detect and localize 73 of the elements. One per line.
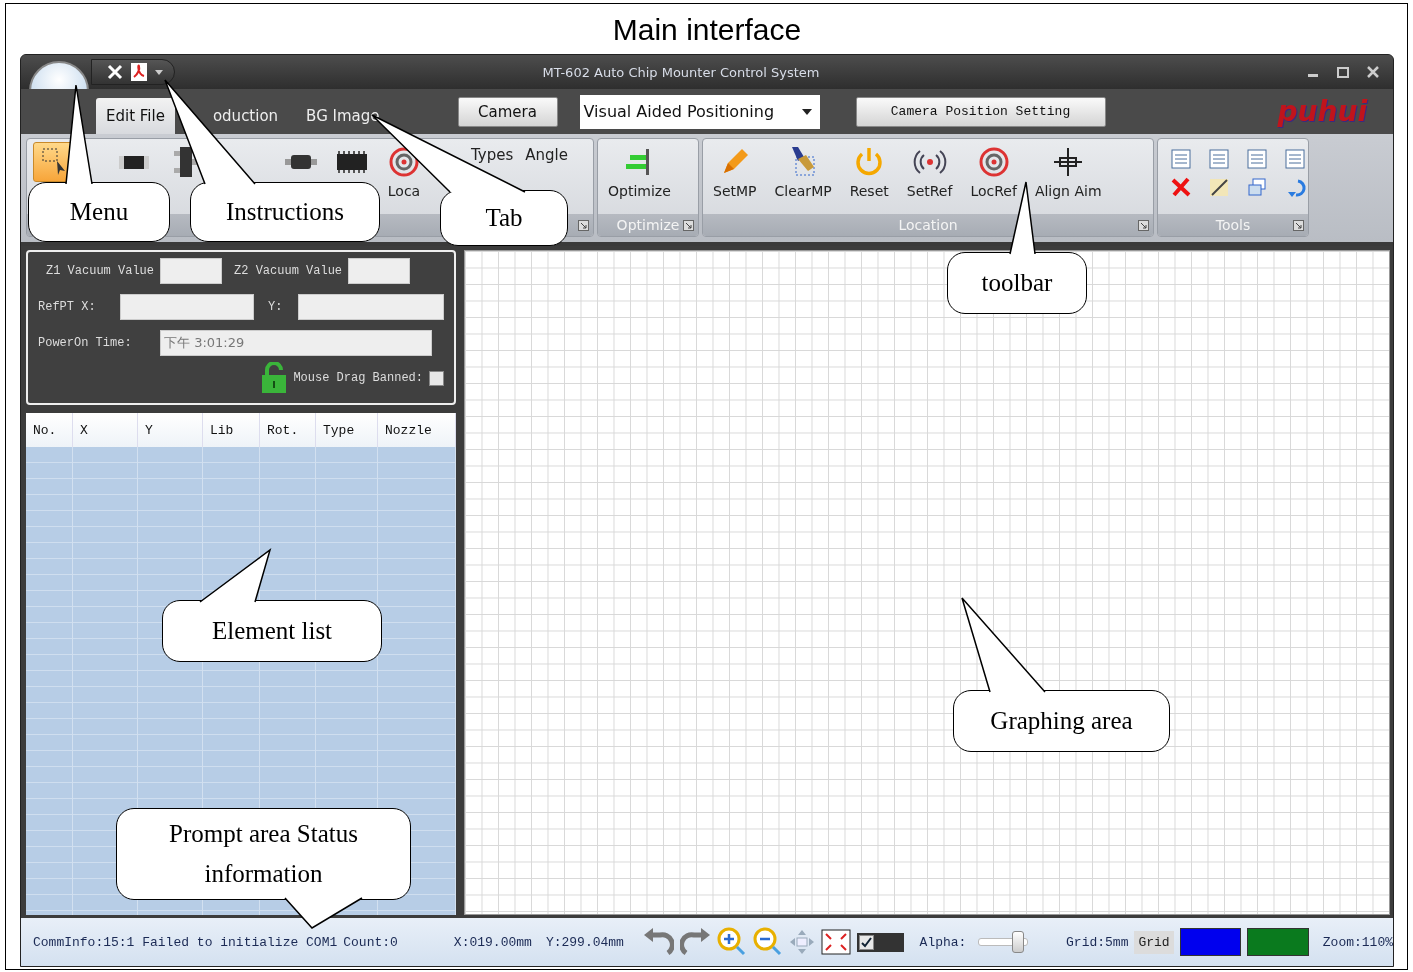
checkbox[interactable]: [858, 934, 874, 950]
color-swatch[interactable]: [1247, 928, 1309, 956]
slider-thumb[interactable]: [1012, 931, 1025, 953]
ribbon-button[interactable]: SetMP: [709, 142, 761, 212]
launcher-icon[interactable]: [683, 220, 694, 231]
color-swatch[interactable]: [1179, 928, 1242, 956]
zoom-out-icon[interactable]: [753, 927, 783, 957]
ribbon-button[interactable]: Align Aim: [1030, 142, 1106, 212]
zoom-in-icon[interactable]: [717, 927, 748, 957]
figure-title: Main interface: [612, 12, 802, 48]
slider-label: Alpha:: [919, 934, 967, 950]
ribbon-button[interactable]: SetRef: [902, 142, 957, 212]
ribbon-button[interactable]: Reset: [845, 142, 893, 212]
callout: Graphing area: [953, 690, 1170, 752]
camera-button[interactable]: Camera: [457, 96, 558, 127]
launcher-icon[interactable]: [578, 220, 589, 231]
field-label: Types: [471, 145, 514, 164]
group-label: Optimize: [616, 216, 680, 234]
field-label: PowerOn Time:: [38, 336, 133, 350]
group-label: Tools: [1215, 216, 1251, 234]
callout: Menu: [28, 182, 170, 242]
input-field[interactable]: [120, 294, 254, 320]
tab[interactable]: oduction: [202, 98, 289, 134]
launcher-icon[interactable]: [1293, 220, 1304, 231]
checkbox-label: Mouse Drag Banned:: [293, 371, 423, 385]
checkbox[interactable]: [429, 370, 444, 386]
grid-size: Grid:5mm: [1066, 934, 1129, 950]
status-message: CommInfo:15:1 Failed to initialize COM1: [33, 934, 338, 950]
pdf-icon[interactable]: [130, 62, 148, 82]
grid-button[interactable]: Grid: [1134, 930, 1174, 954]
close-icon[interactable]: [1367, 66, 1379, 78]
document-icon: [1246, 148, 1268, 170]
ribbon-button[interactable]: Optimize: [604, 142, 675, 212]
callout: Tab: [440, 190, 568, 246]
mode-select[interactable]: Visual Aided Positioning: [579, 94, 820, 129]
camera-position-button[interactable]: Camera Position Setting: [855, 96, 1106, 127]
y-coordinate: Y:299.04mm: [545, 934, 624, 950]
document-icon: [1170, 148, 1192, 170]
document-icon: [1208, 148, 1230, 170]
input-field[interactable]: [298, 294, 444, 320]
x-coordinate: X:019.00mm: [453, 934, 532, 950]
tab[interactable]: Edit File: [96, 98, 175, 134]
field-label: RefPT X:: [38, 300, 97, 314]
status-count: Count:0: [343, 934, 398, 950]
window-title: MT-602 Auto Chip Mounter Control System: [541, 64, 821, 80]
ribbon-button[interactable]: ClearMP: [770, 142, 836, 212]
target-icon: [387, 145, 421, 179]
launcher-icon[interactable]: [1138, 220, 1149, 231]
input-field[interactable]: [348, 258, 411, 284]
callout: Instructions: [190, 182, 380, 242]
time-field[interactable]: 下午 3:01:29: [160, 330, 432, 356]
document-icon: [1284, 148, 1306, 170]
copy-icon: [1246, 176, 1268, 198]
lock-icon: [261, 362, 288, 394]
edit-icon: [1208, 176, 1230, 198]
group-label: Location: [898, 216, 958, 234]
check-icon: [860, 936, 872, 948]
tab[interactable]: BG Image: [296, 98, 390, 134]
logo: puhui: [1277, 95, 1367, 128]
zoom-level: Zoom:110%: [1322, 934, 1393, 950]
callout: toolbar: [947, 252, 1087, 314]
field-label: Z2 Vacuum Value: [234, 264, 343, 278]
delete-icon: [1170, 176, 1192, 198]
dropdown-icon[interactable]: [154, 67, 164, 77]
fit-view-icon[interactable]: [820, 929, 851, 955]
maximize-icon[interactable]: [1337, 66, 1349, 78]
field-label: Z1 Vacuum Value: [46, 264, 155, 278]
field-label: Y:: [268, 300, 284, 314]
field-label: Angle: [525, 145, 568, 164]
ribbon-button[interactable]: LocRef: [966, 142, 1021, 212]
caret-icon: [801, 107, 812, 116]
redo-icon[interactable]: [679, 927, 712, 957]
input-field[interactable]: [160, 258, 223, 284]
